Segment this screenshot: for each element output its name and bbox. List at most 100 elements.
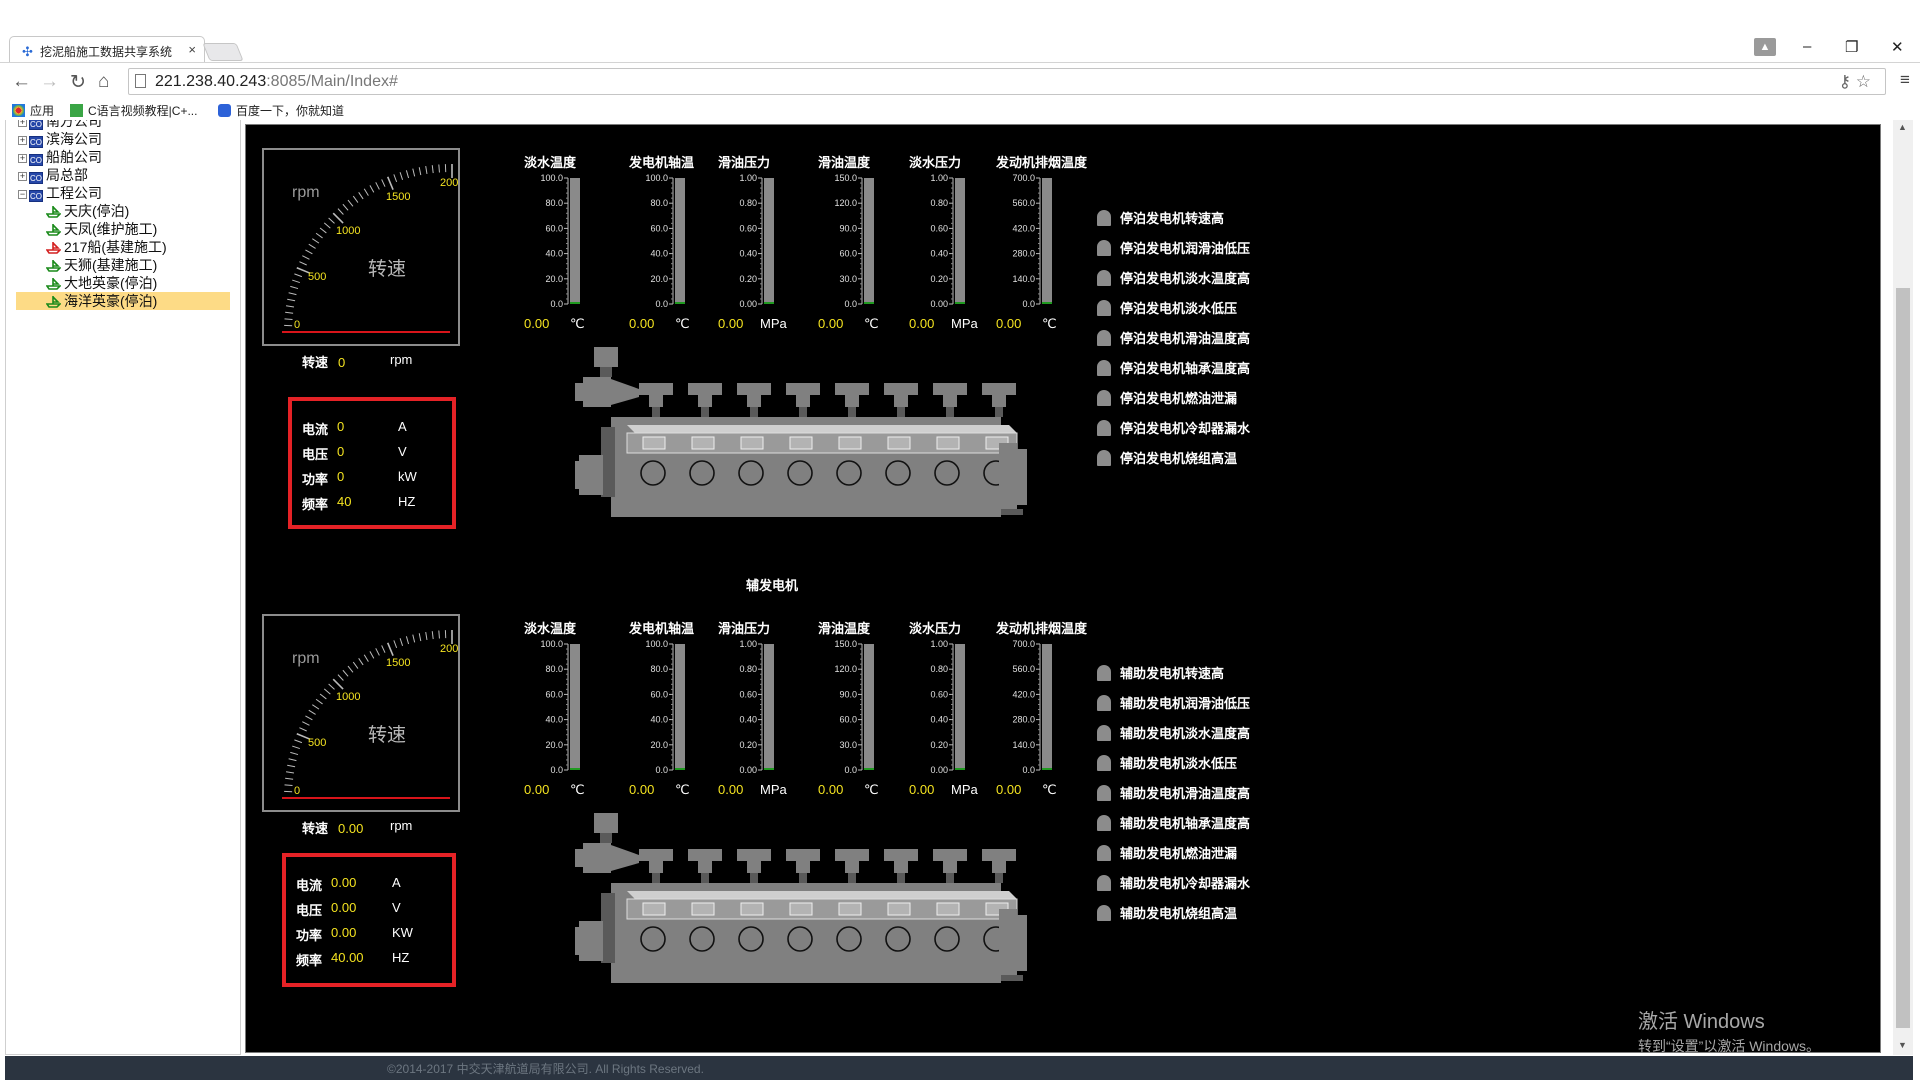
url-domain: 221.238.40.243 — [155, 73, 267, 90]
address-bar[interactable]: 221.238.40.243:8085/Main/Index# ⚷ ☆ — [128, 68, 1886, 95]
meter-value: 0.00 — [996, 782, 1022, 797]
meter-tick-label: 40.0 — [545, 715, 563, 725]
alarm-bell-icon — [1097, 665, 1111, 681]
ship-icon — [45, 222, 62, 236]
expander-icon[interactable]: + — [18, 172, 27, 181]
speed-value: 0 — [338, 355, 346, 370]
alarm-label: 停泊发电机冷却器漏水 — [1120, 421, 1251, 436]
alarm-label: 辅助发电机滑油温度高 — [1120, 786, 1251, 801]
tree-item[interactable]: + CO 南方公司 — [18, 120, 102, 130]
tree-item[interactable]: + CO 船舶公司 — [18, 148, 102, 166]
tree-item[interactable]: 天凤(维护施工) — [45, 220, 157, 238]
scroll-up-icon[interactable]: ▲ — [1898, 122, 1907, 132]
expander-icon[interactable]: + — [18, 136, 27, 145]
restore-button[interactable]: ❐ — [1845, 38, 1858, 56]
meter-tick-label: 0.20 — [930, 740, 948, 750]
gauge-tick — [305, 715, 313, 721]
star-icon[interactable]: ☆ — [1856, 72, 1871, 91]
alarm-bell-icon — [1097, 360, 1111, 376]
meter-value: 0.00 — [718, 316, 744, 331]
ship-tree-sidebar: + CO 南方公司 + CO 滨海公司 + CO 船舶公司 + CO 局总部 − CO 工程公司 天庆(停泊)… — [5, 120, 241, 1055]
meter-tick-label: 0.40 — [739, 249, 757, 259]
reload-icon[interactable]: ↻ — [70, 71, 86, 94]
gauge-tick — [425, 165, 428, 175]
meter-bar: 700.0 560.0 420.0 280.0 140.0 0.0 — [1012, 639, 1052, 775]
bookmark-baidu[interactable]: 百度一下，你就知道 — [218, 102, 344, 119]
gauge-tick — [431, 631, 434, 640]
menu-icon[interactable]: ≡ — [1900, 70, 1910, 90]
tree-item[interactable]: 大地英豪(停泊) — [45, 274, 157, 292]
meter-tick-label: 0.80 — [739, 664, 757, 674]
key-icon[interactable]: ⚷ — [1839, 72, 1851, 91]
alarm-bell-icon — [1097, 905, 1111, 921]
tree-item[interactable]: − CO 工程公司 — [18, 184, 102, 202]
alarm-bell-icon — [1097, 785, 1111, 801]
gauge-tick — [438, 164, 440, 173]
alarm-indicator: 停泊发电机滑油温度高 — [1097, 328, 1250, 350]
browser-tab[interactable]: ✣ 挖泥船施工数据共享系统 × — [9, 36, 205, 63]
electrical-unit: V — [392, 900, 401, 915]
meter-fill — [570, 768, 580, 770]
forward-arrow-icon[interactable]: → — [40, 71, 59, 93]
tab-close-icon[interactable]: × — [188, 42, 196, 57]
tree-item-label: 天狮(基建施工) — [64, 257, 158, 273]
scrollbar-thumb[interactable] — [1896, 288, 1910, 1028]
gauge-tick — [328, 217, 335, 224]
meter-tick-label: 80.0 — [545, 664, 563, 674]
meter-value: 0.00 — [524, 782, 550, 797]
tree-item[interactable]: 天狮(基建施工) — [45, 256, 158, 274]
meter-fill — [955, 302, 965, 304]
tree-item[interactable]: + CO 局总部 — [18, 166, 88, 184]
profile-icon[interactable]: ▲ — [1754, 38, 1776, 56]
tree-item[interactable]: 217船(基建施工) — [45, 238, 167, 256]
rpm-gauge: 0 500 1000 1500 2000 rpm 转速 — [262, 148, 460, 346]
gauge-scale-label: 1000 — [336, 691, 360, 703]
tree-item[interactable]: 天庆(停泊) — [45, 202, 129, 220]
tree-item[interactable]: 海洋英豪(停泊) — [16, 292, 230, 310]
gauge-tick — [418, 167, 422, 176]
new-tab-button[interactable] — [202, 43, 244, 61]
meter-tick-label: 140.0 — [1012, 740, 1035, 750]
scroll-down-icon[interactable]: ▼ — [1898, 1040, 1907, 1050]
meter-tube — [864, 178, 874, 304]
tree-item[interactable]: + CO 滨海公司 — [18, 130, 102, 148]
meter-fill — [675, 768, 685, 770]
meter-unit: ℃ — [864, 782, 879, 797]
close-window-button[interactable]: ✕ — [1891, 38, 1904, 56]
expander-icon[interactable]: + — [18, 120, 27, 127]
alarm-label: 停泊发电机润滑油低压 — [1120, 241, 1251, 256]
gauge-tick — [337, 208, 344, 215]
gauge-scale-label: 0 — [294, 319, 300, 331]
meter-tick-label: 40.0 — [545, 249, 563, 259]
gauge-tick — [288, 292, 297, 296]
gauge-tick — [294, 273, 303, 278]
meter-unit: ℃ — [1042, 316, 1057, 331]
expander-icon[interactable]: − — [18, 190, 27, 199]
minimize-button[interactable]: – — [1803, 38, 1811, 55]
bookmark-apps[interactable]: 应用 — [12, 102, 54, 119]
meter-fill — [864, 302, 874, 304]
home-icon[interactable]: ⌂ — [98, 71, 109, 93]
alarm-bell-icon — [1097, 300, 1111, 316]
gauge-scale-label: 1000 — [336, 225, 360, 237]
alarm-indicator: 停泊发电机淡水温度高 — [1097, 268, 1250, 290]
meter-tick-label: 40.0 — [650, 249, 668, 259]
gauge-tick — [342, 669, 349, 677]
gauge-tick — [308, 709, 316, 715]
gauge-tick — [302, 721, 310, 726]
page-scrollbar[interactable]: ▲ ▼ — [1893, 120, 1913, 1055]
alarm-bell-icon — [1097, 450, 1111, 466]
gauge-tick — [312, 704, 320, 710]
meter-bar: 700.0 560.0 420.0 280.0 140.0 0.0 — [1012, 173, 1052, 309]
bookmark-c-video[interactable]: C语言视频教程|C+... — [70, 102, 197, 119]
meter-tick-label: 0.0 — [655, 765, 668, 775]
company-icon: CO — [29, 154, 43, 166]
back-arrow-icon[interactable]: ← — [12, 71, 31, 93]
expander-icon[interactable]: + — [18, 154, 27, 163]
gauge-tick — [405, 636, 410, 645]
gauge-tick — [319, 693, 327, 700]
meter: 发电机轴温 100.0 80.0 60.0 40.0 20.0 0.0 0.00 ℃ — [629, 152, 719, 332]
meter-tick-label: 560.0 — [1012, 664, 1035, 674]
meter-tick-label: 0.80 — [930, 198, 948, 208]
speed-label: 转速 — [302, 355, 329, 370]
